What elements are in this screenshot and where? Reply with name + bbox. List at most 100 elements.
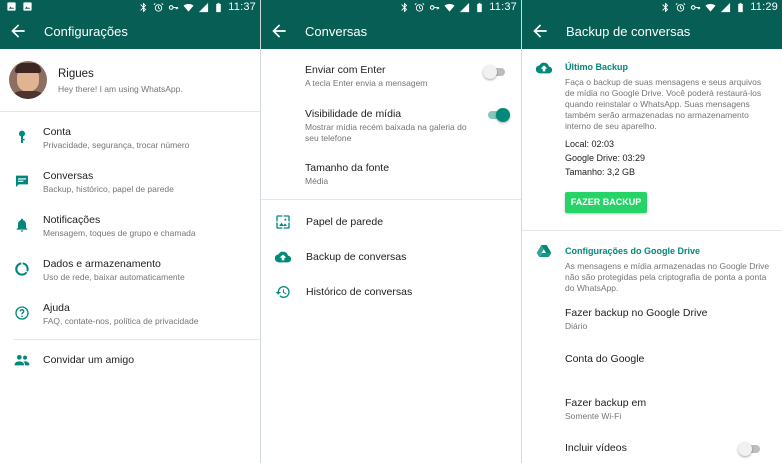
enter-to-send-row[interactable]: Enviar com Enter A tecla Enter envia a m… xyxy=(261,59,521,95)
chats-settings-screen: 11:37 Conversas Enviar com Enter A tecla… xyxy=(261,0,521,463)
item-subtitle: Backup, histórico, papel de parede xyxy=(43,184,174,194)
item-title: Ajuda xyxy=(43,302,70,314)
wifi-icon xyxy=(444,2,455,13)
font-value: Média xyxy=(305,176,329,186)
signal-icon xyxy=(198,2,209,13)
settings-item-notificacoes[interactable]: Notificações Mensagem, toques de grupo e… xyxy=(0,207,260,247)
data-usage-icon xyxy=(14,261,30,277)
cloud-upload-icon xyxy=(275,249,291,265)
enter-title: Enviar com Enter xyxy=(305,64,386,76)
alarm-icon xyxy=(675,2,686,13)
cloud-upload-icon xyxy=(536,60,552,76)
enter-subtitle: A tecla Enter envia a mensagem xyxy=(305,78,428,88)
settings-item-conversas[interactable]: Conversas Backup, histórico, papel de pa… xyxy=(0,163,260,203)
media-title: Visibilidade de mídia xyxy=(305,108,402,120)
item-title: Conversas xyxy=(43,170,94,182)
font-size-row[interactable]: Tamanho da fonte Média xyxy=(261,157,521,191)
backup-to-drive-title: Fazer backup no Google Drive xyxy=(565,307,708,319)
key-icon xyxy=(14,129,30,145)
clock: 11:37 xyxy=(228,1,256,13)
image-notification-icon xyxy=(6,1,17,12)
wallpaper-label: Papel de parede xyxy=(306,216,384,228)
page-title: Configurações xyxy=(44,24,128,39)
vpn-key-icon xyxy=(690,2,701,13)
back-arrow-icon[interactable] xyxy=(269,21,289,41)
backup-drive-time: Google Drive: 03:29 xyxy=(565,153,646,163)
app-bar: Configurações xyxy=(0,15,260,49)
backup-size: Tamanho: 3,2 GB xyxy=(565,167,636,177)
battery-icon xyxy=(735,2,746,13)
enter-to-send-toggle[interactable] xyxy=(483,65,505,79)
chat-history-row[interactable]: Histórico de conversas xyxy=(261,279,521,305)
history-icon xyxy=(275,284,291,300)
bluetooth-icon xyxy=(399,2,410,13)
status-bar: 11:37 xyxy=(261,0,521,15)
last-backup-description: Faça o backup de suas mensagens e seus a… xyxy=(565,77,762,131)
divider xyxy=(0,111,260,112)
include-videos-toggle[interactable] xyxy=(738,442,760,456)
google-drive-icon xyxy=(536,243,552,259)
signal-icon xyxy=(459,2,470,13)
settings-item-dados[interactable]: Dados e armazenamento Uso de rede, baixa… xyxy=(0,251,260,291)
include-videos-row[interactable]: Incluir vídeos xyxy=(522,439,782,459)
item-title: Notificações xyxy=(43,214,101,226)
settings-item-ajuda[interactable]: Ajuda FAQ, contate-nos, política de priv… xyxy=(0,295,260,335)
item-subtitle: FAQ, contate-nos, política de privacidad… xyxy=(43,316,199,326)
app-bar: Backup de conversas xyxy=(522,15,782,49)
status-bar: 11:37 xyxy=(0,0,260,15)
item-subtitle: Uso de rede, baixar automaticamente xyxy=(43,272,185,282)
battery-icon xyxy=(213,2,224,13)
settings-item-conta[interactable]: Conta Privacidade, segurança, trocar núm… xyxy=(0,119,260,159)
avatar[interactable] xyxy=(9,61,47,99)
chat-backup-row[interactable]: Backup de conversas xyxy=(261,244,521,270)
back-arrow-icon[interactable] xyxy=(8,21,28,41)
backup-frequency-value: Diário xyxy=(565,321,588,331)
vpn-key-icon xyxy=(168,2,179,13)
alarm-icon xyxy=(414,2,425,13)
chat-backup-label: Backup de conversas xyxy=(306,251,407,263)
profile-row[interactable]: Rigues Hey there! I am using WhatsApp. xyxy=(0,49,260,111)
wallpaper-row[interactable]: Papel de parede xyxy=(261,209,521,235)
invite-friend-row[interactable]: Convidar um amigo xyxy=(0,347,260,375)
people-icon xyxy=(14,352,30,368)
drive-settings-description: As mensagens e mídia armazenadas no Goog… xyxy=(565,261,770,293)
help-icon xyxy=(14,305,30,321)
alarm-icon xyxy=(153,2,164,13)
chat-history-label: Histórico de conversas xyxy=(306,286,413,298)
page-title: Backup de conversas xyxy=(566,24,691,39)
image-notification-icon xyxy=(22,1,33,12)
settings-screen: 11:37 Configurações Rigues Hey there! I … xyxy=(0,0,260,463)
bluetooth-icon xyxy=(138,2,149,13)
app-bar: Conversas xyxy=(261,15,521,49)
chat-icon xyxy=(14,173,30,189)
profile-status: Hey there! I am using WhatsApp. xyxy=(58,84,183,94)
item-title: Dados e armazenamento xyxy=(43,258,161,270)
backup-over-row[interactable]: Fazer backup em Somente Wi-Fi xyxy=(522,391,782,425)
wallpaper-icon xyxy=(275,214,291,230)
page-title: Conversas xyxy=(305,24,368,39)
media-visibility-row[interactable]: Visibilidade de mídia Mostrar mídia recé… xyxy=(261,103,521,149)
backup-network-value: Somente Wi-Fi xyxy=(565,411,622,421)
google-account-row[interactable]: Conta do Google xyxy=(522,348,782,372)
media-visibility-toggle[interactable] xyxy=(488,108,510,122)
bell-icon xyxy=(14,217,30,233)
backup-to-drive-row[interactable]: Fazer backup no Google Drive Diário xyxy=(522,301,782,335)
item-subtitle: Privacidade, segurança, trocar número xyxy=(43,140,190,150)
include-videos-title: Incluir vídeos xyxy=(565,442,627,454)
font-title: Tamanho da fonte xyxy=(305,162,390,174)
divider xyxy=(261,199,521,200)
divider xyxy=(14,339,260,340)
backup-now-button[interactable]: FAZER BACKUP xyxy=(565,192,647,213)
back-arrow-icon[interactable] xyxy=(530,21,550,41)
item-title: Conta xyxy=(43,126,72,138)
wifi-icon xyxy=(183,2,194,13)
last-backup-header: Último Backup xyxy=(565,62,629,72)
clock: 11:37 xyxy=(489,1,517,13)
status-bar: 11:29 xyxy=(522,0,782,15)
bluetooth-icon xyxy=(660,2,671,13)
backup-local-time: Local: 02:03 xyxy=(565,139,615,149)
item-subtitle: Mensagem, toques de grupo e chamada xyxy=(43,228,196,238)
chat-backup-screen: 11:29 Backup de conversas Último Backup … xyxy=(522,0,782,463)
vpn-key-icon xyxy=(429,2,440,13)
backup-over-title: Fazer backup em xyxy=(565,397,647,409)
